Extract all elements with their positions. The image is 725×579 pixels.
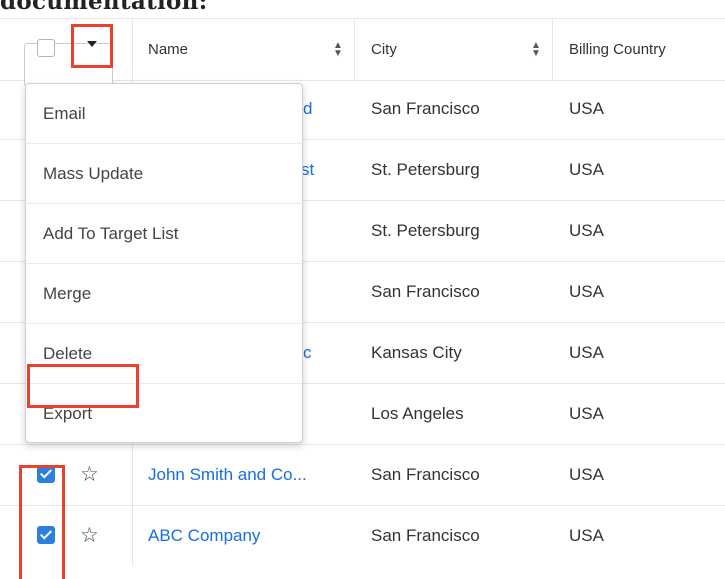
country-cell: USA xyxy=(569,160,604,179)
menu-item-add-to-target-list[interactable]: Add To Target List xyxy=(26,204,302,264)
doc-heading: documentation: xyxy=(0,0,208,15)
table-row: ☆ ABC Company San Francisco USA xyxy=(0,506,725,566)
country-cell: USA xyxy=(569,282,604,301)
table-row: ☆ John Smith and Co... San Francisco USA xyxy=(0,445,725,506)
account-name-link[interactable]: John Smith and Co... xyxy=(148,445,307,505)
favorite-star-icon[interactable]: ☆ xyxy=(80,464,99,485)
city-column-header[interactable]: City xyxy=(371,19,397,80)
city-cell: San Francisco xyxy=(371,282,480,301)
city-cell: San Francisco xyxy=(371,526,480,545)
mass-actions-dropdown-button[interactable] xyxy=(71,24,113,68)
select-all-checkbox[interactable] xyxy=(37,39,55,57)
city-cell: St. Petersburg xyxy=(371,160,480,179)
billing-country-column-header[interactable]: Billing Country xyxy=(569,19,666,80)
city-cell: Kansas City xyxy=(371,343,462,362)
column-divider xyxy=(552,19,553,80)
menu-item-merge[interactable]: Merge xyxy=(26,264,302,324)
account-name-link[interactable]: c xyxy=(303,323,312,383)
column-divider xyxy=(132,19,133,80)
country-cell: USA xyxy=(569,221,604,240)
country-cell: USA xyxy=(569,465,604,484)
export-highlight-box xyxy=(27,364,139,408)
menu-item-mass-update[interactable]: Mass Update xyxy=(26,144,302,204)
favorite-star-icon[interactable]: ☆ xyxy=(80,525,99,546)
city-cell: San Francisco xyxy=(371,465,480,484)
column-divider xyxy=(132,445,133,505)
city-cell: San Francisco xyxy=(371,99,480,118)
name-column-header[interactable]: Name xyxy=(148,19,188,80)
sort-arrows-icon[interactable]: ▲ ▼ xyxy=(333,41,343,59)
city-cell: Los Angeles xyxy=(371,404,464,423)
sort-arrows-icon[interactable]: ▲ ▼ xyxy=(531,41,541,59)
menu-item-email[interactable]: Email xyxy=(26,84,302,144)
country-cell: USA xyxy=(569,404,604,423)
city-cell: St. Petersburg xyxy=(371,221,480,240)
caret-down-icon xyxy=(87,41,97,47)
country-cell: USA xyxy=(569,343,604,362)
country-cell: USA xyxy=(569,99,604,118)
selected-rows-highlight-box xyxy=(19,465,65,579)
column-divider xyxy=(354,19,355,80)
account-name-link[interactable]: ABC Company xyxy=(148,506,260,566)
account-name-link[interactable]: d xyxy=(303,79,312,139)
country-cell: USA xyxy=(569,526,604,545)
column-divider xyxy=(132,506,133,566)
